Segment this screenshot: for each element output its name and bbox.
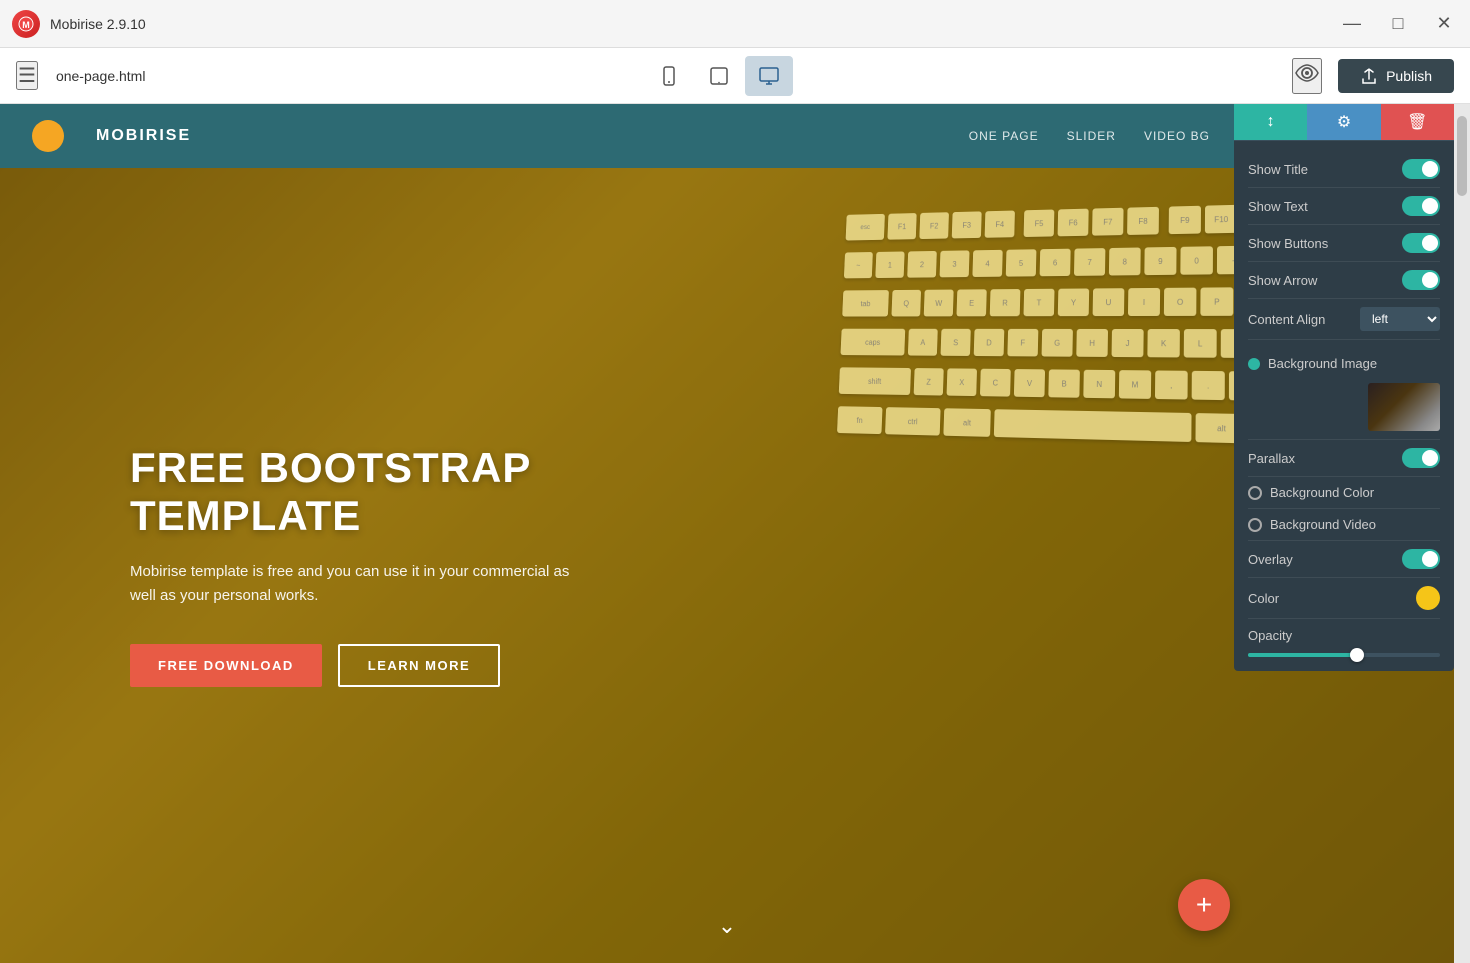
svg-text:M: M bbox=[22, 20, 30, 30]
scroll-thumb[interactable] bbox=[1457, 116, 1467, 196]
scrollbar[interactable] bbox=[1454, 104, 1470, 963]
panel-delete-button[interactable]: 🗑 bbox=[1381, 104, 1454, 140]
show-title-row: Show Title bbox=[1248, 151, 1440, 188]
site-logo bbox=[32, 120, 64, 152]
show-title-label: Show Title bbox=[1248, 162, 1308, 177]
content-align-select[interactable]: left center right bbox=[1360, 307, 1440, 331]
app-title: Mobirise 2.9.10 bbox=[50, 16, 146, 32]
bg-video-row: Background Video bbox=[1248, 509, 1440, 541]
preview-button[interactable] bbox=[1292, 58, 1322, 94]
device-mobile-button[interactable] bbox=[645, 56, 693, 96]
show-buttons-label: Show Buttons bbox=[1248, 236, 1328, 251]
show-buttons-row: Show Buttons bbox=[1248, 225, 1440, 262]
panel-move-button[interactable]: ↕ bbox=[1234, 104, 1307, 140]
toolbar-right: Publish bbox=[1292, 58, 1454, 94]
color-label: Color bbox=[1248, 591, 1279, 606]
overlay-row: Overlay bbox=[1248, 541, 1440, 578]
bg-image-thumbnail[interactable] bbox=[1368, 383, 1440, 431]
parallax-toggle[interactable] bbox=[1402, 448, 1440, 468]
fab-button[interactable]: + bbox=[1178, 879, 1230, 931]
toolbar: ☰ one-page.html Publish bbox=[0, 48, 1470, 104]
parallax-label: Parallax bbox=[1248, 451, 1295, 466]
opacity-slider-thumb[interactable] bbox=[1350, 648, 1364, 662]
panel-settings-button[interactable]: ⚙ bbox=[1307, 104, 1380, 140]
content-align-row: Content Align left center right bbox=[1248, 299, 1440, 340]
show-text-toggle[interactable] bbox=[1402, 196, 1440, 216]
hero-title: FREE BOOTSTRAP TEMPLATE bbox=[130, 444, 580, 541]
parallax-row: Parallax bbox=[1248, 440, 1440, 477]
bg-color-row: Background Color bbox=[1248, 477, 1440, 509]
device-desktop-button[interactable] bbox=[745, 56, 793, 96]
site-brand: MOBIRISE bbox=[96, 127, 191, 145]
hamburger-button[interactable]: ☰ bbox=[16, 61, 38, 90]
opacity-label: Opacity bbox=[1248, 628, 1292, 643]
show-text-label: Show Text bbox=[1248, 199, 1308, 214]
show-buttons-toggle[interactable] bbox=[1402, 233, 1440, 253]
opacity-row: Opacity bbox=[1248, 619, 1440, 661]
opacity-slider-fill bbox=[1248, 653, 1354, 657]
show-arrow-label: Show Arrow bbox=[1248, 273, 1317, 288]
learn-more-button[interactable]: LEARN MORE bbox=[338, 644, 500, 687]
app-logo: M bbox=[12, 10, 40, 38]
close-button[interactable]: ✕ bbox=[1430, 10, 1458, 38]
nav-link-one-page[interactable]: ONE PAGE bbox=[969, 129, 1039, 143]
panel-body: Show Title Show Text Show Buttons Show A… bbox=[1234, 141, 1454, 671]
overlay-label: Overlay bbox=[1248, 552, 1293, 567]
nav-link-slider[interactable]: SLIDER bbox=[1067, 129, 1116, 143]
bg-image-dot bbox=[1248, 358, 1260, 370]
main-area: MOBIRISE ONE PAGE SLIDER VIDEO BG BLOG D… bbox=[0, 104, 1470, 963]
device-switcher bbox=[645, 56, 793, 96]
hero-subtitle: Mobirise template is free and you can us… bbox=[130, 560, 570, 608]
bg-video-label: Background Video bbox=[1270, 517, 1376, 532]
scroll-arrow[interactable]: ⌄ bbox=[718, 913, 736, 939]
bg-image-section: Background Image bbox=[1248, 340, 1440, 440]
free-download-button[interactable]: FREE DOWNLOAD bbox=[130, 644, 322, 687]
publish-label: Publish bbox=[1386, 68, 1432, 84]
nav-link-video-bg[interactable]: VIDEO BG bbox=[1144, 129, 1210, 143]
minimize-button[interactable]: — bbox=[1338, 10, 1366, 38]
show-title-toggle[interactable] bbox=[1402, 159, 1440, 179]
bg-video-radio[interactable] bbox=[1248, 518, 1262, 532]
show-text-row: Show Text bbox=[1248, 188, 1440, 225]
hero-buttons: FREE DOWNLOAD LEARN MORE bbox=[130, 644, 580, 687]
panel-toolbar: ↕ ⚙ 🗑 bbox=[1234, 104, 1454, 141]
hero-content: FREE BOOTSTRAP TEMPLATE Mobirise templat… bbox=[0, 444, 580, 688]
device-tablet-button[interactable] bbox=[695, 56, 743, 96]
bg-color-label: Background Color bbox=[1270, 485, 1374, 500]
overlay-toggle[interactable] bbox=[1402, 549, 1440, 569]
content-align-label: Content Align bbox=[1248, 312, 1325, 327]
file-name: one-page.html bbox=[56, 68, 146, 84]
title-bar: M Mobirise 2.9.10 — □ ✕ bbox=[0, 0, 1470, 48]
bg-image-label: Background Image bbox=[1268, 356, 1440, 371]
window-controls: — □ ✕ bbox=[1338, 10, 1458, 38]
settings-panel: ↕ ⚙ 🗑 Show Title Show Text Show Buttons bbox=[1234, 104, 1454, 671]
bg-color-radio[interactable] bbox=[1248, 486, 1262, 500]
publish-button[interactable]: Publish bbox=[1338, 59, 1454, 93]
opacity-slider-track[interactable] bbox=[1248, 653, 1440, 657]
show-arrow-row: Show Arrow bbox=[1248, 262, 1440, 299]
color-swatch[interactable] bbox=[1416, 586, 1440, 610]
bg-image-row: Background Image bbox=[1248, 348, 1440, 379]
show-arrow-toggle[interactable] bbox=[1402, 270, 1440, 290]
maximize-button[interactable]: □ bbox=[1384, 10, 1412, 38]
color-row: Color bbox=[1248, 578, 1440, 619]
